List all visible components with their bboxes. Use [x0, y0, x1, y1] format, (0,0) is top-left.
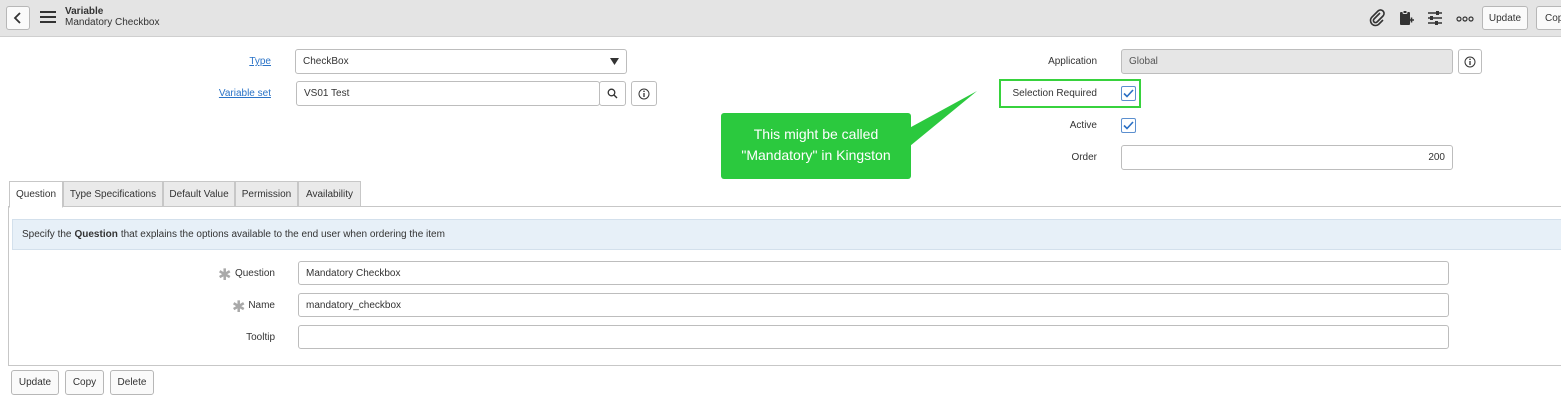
info-bold: Question — [74, 229, 118, 240]
tab-permission[interactable]: Permission — [235, 181, 298, 207]
active-label: Active — [1069, 120, 1097, 131]
application-field: Global — [1121, 49, 1453, 74]
back-button[interactable] — [6, 6, 30, 30]
annotation-callout: This might be called "Mandatory" in King… — [721, 113, 911, 179]
header-update-button[interactable]: Update — [1482, 6, 1528, 30]
tab-question[interactable]: Question — [9, 181, 63, 208]
type-select[interactable]: CheckBox — [295, 49, 627, 74]
variable-set-label[interactable]: Variable set — [190, 88, 271, 99]
form-header — [0, 0, 1561, 37]
application-value: Global — [1129, 56, 1158, 67]
question-info-message: Specify the Question that explains the o… — [12, 219, 1561, 250]
question-value: Mandatory Checkbox — [306, 267, 401, 279]
selection-required-label: Selection Required — [1012, 88, 1098, 99]
info-prefix: Specify the — [22, 229, 72, 240]
question-input[interactable]: Mandatory Checkbox — [298, 261, 1449, 285]
sliders-icon[interactable] — [1426, 9, 1444, 27]
paperclip-icon[interactable] — [1368, 9, 1386, 27]
checkmark-icon — [1123, 89, 1134, 98]
type-label[interactable]: Type — [200, 56, 271, 67]
type-select-value: CheckBox — [303, 56, 349, 67]
variable-set-value: VS01 Test — [304, 88, 350, 99]
name-value: mandatory_checkbox — [306, 299, 402, 311]
question-label: Question — [234, 268, 275, 279]
hamburger-menu-icon[interactable] — [40, 11, 56, 24]
variable-set-info-button[interactable] — [631, 81, 657, 106]
application-label: Application — [1048, 56, 1097, 67]
order-label: Order — [1071, 152, 1097, 163]
search-icon — [607, 88, 618, 99]
tooltip-label: Tooltip — [246, 332, 275, 343]
more-options-icon[interactable] — [1456, 9, 1474, 27]
question-required-icon: ✱ — [218, 267, 232, 284]
chevron-left-icon — [13, 12, 21, 24]
footer-update-button[interactable]: Update — [11, 370, 59, 395]
application-info-button[interactable] — [1458, 49, 1482, 74]
record-type-title: Variable — [65, 6, 104, 17]
order-input[interactable]: 200 — [1121, 145, 1453, 170]
callout-line-2: "Mandatory" in Kingston — [741, 147, 891, 163]
header-copy-button[interactable]: Cop — [1536, 6, 1561, 30]
info-suffix: that explains the options available to t… — [120, 229, 445, 240]
footer-delete-button[interactable]: Delete — [110, 370, 154, 395]
dropdown-arrow-icon — [610, 58, 619, 65]
info-icon — [638, 88, 650, 99]
tab-type-specifications[interactable]: Type Specifications — [63, 181, 163, 207]
tooltip-input[interactable] — [298, 325, 1449, 349]
tab-default-value[interactable]: Default Value — [163, 181, 235, 207]
selection-required-checkbox[interactable] — [1121, 86, 1136, 101]
name-input[interactable]: mandatory_checkbox — [298, 293, 1449, 317]
info-icon — [1464, 56, 1476, 67]
name-required-icon: ✱ — [232, 299, 246, 316]
name-label: Name — [248, 300, 275, 311]
record-name-subtitle: Mandatory Checkbox — [65, 17, 160, 28]
checkmark-icon — [1123, 121, 1134, 130]
active-checkbox[interactable] — [1121, 118, 1136, 133]
clipboard-icon[interactable] — [1397, 9, 1415, 27]
tab-availability[interactable]: Availability — [298, 181, 361, 207]
order-value: 200 — [1428, 152, 1445, 163]
callout-line-1: This might be called — [753, 126, 879, 142]
variable-set-input[interactable]: VS01 Test — [296, 81, 600, 106]
footer-copy-button[interactable]: Copy — [65, 370, 104, 395]
variable-set-lookup-button[interactable] — [599, 81, 626, 106]
